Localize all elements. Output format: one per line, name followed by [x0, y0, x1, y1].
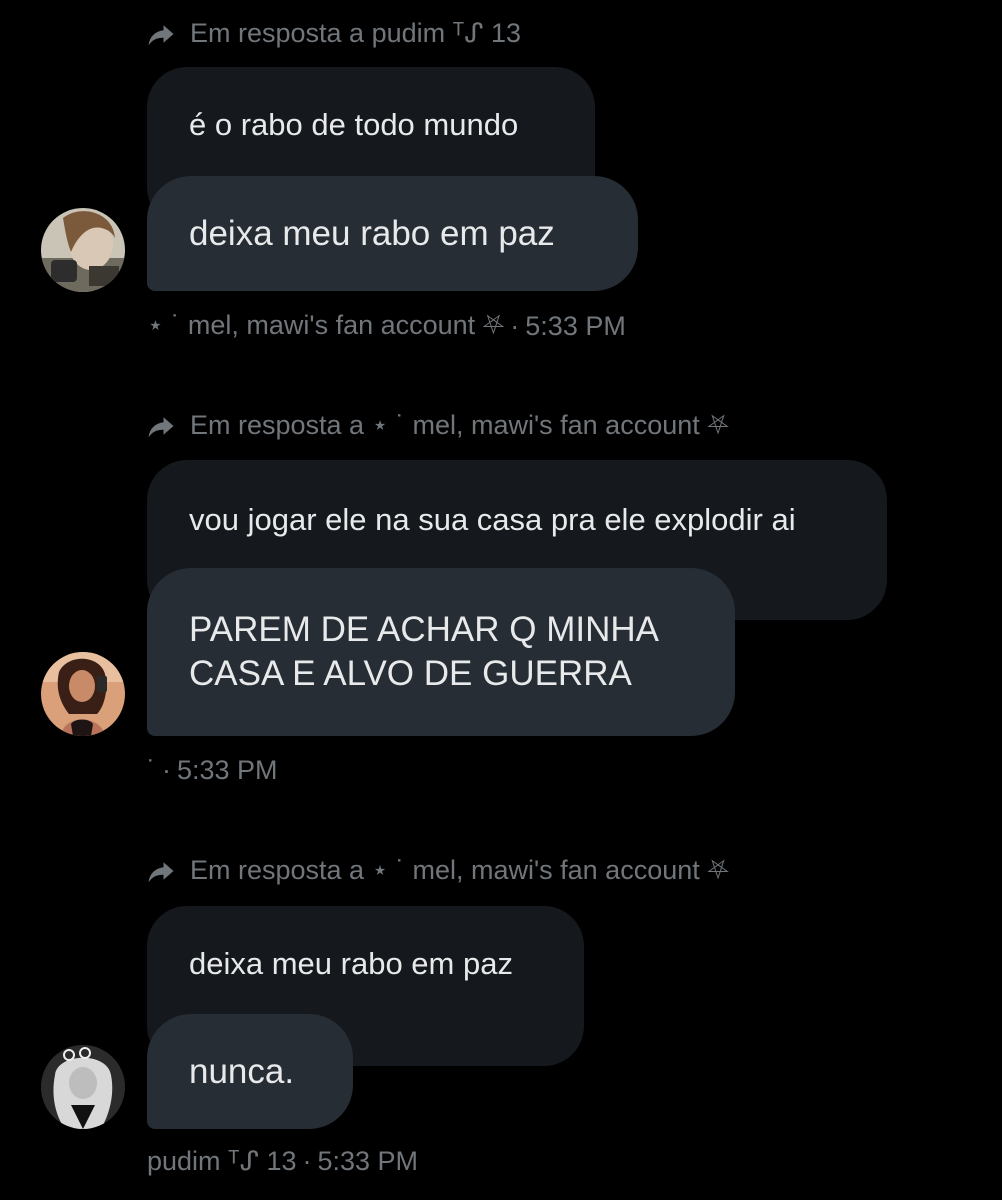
message-bubble[interactable]: nunca. [147, 1014, 353, 1129]
quoted-message-text: deixa meu rabo em paz [189, 946, 513, 981]
message-group: Em resposta a ⋆ ˙ mel, mawi's fan accoun… [0, 0, 1002, 1200]
message-text: nunca. [189, 1051, 295, 1091]
meta-separator: · [302, 1146, 312, 1176]
reply-context[interactable]: Em resposta a ⋆ ˙ mel, mawi's fan accoun… [146, 855, 729, 887]
message-time: 5:33 PM [317, 1146, 419, 1176]
avatar[interactable] [41, 1045, 125, 1129]
reply-text: Em resposta a ⋆ ˙ mel, mawi's fan accoun… [190, 855, 729, 885]
sender-name[interactable]: pudim ᵀᔑ 13 [147, 1146, 296, 1177]
reply-arrow-icon [146, 856, 176, 886]
message-meta: pudim ᵀᔑ 13 · 5:33 PM [147, 1146, 418, 1177]
